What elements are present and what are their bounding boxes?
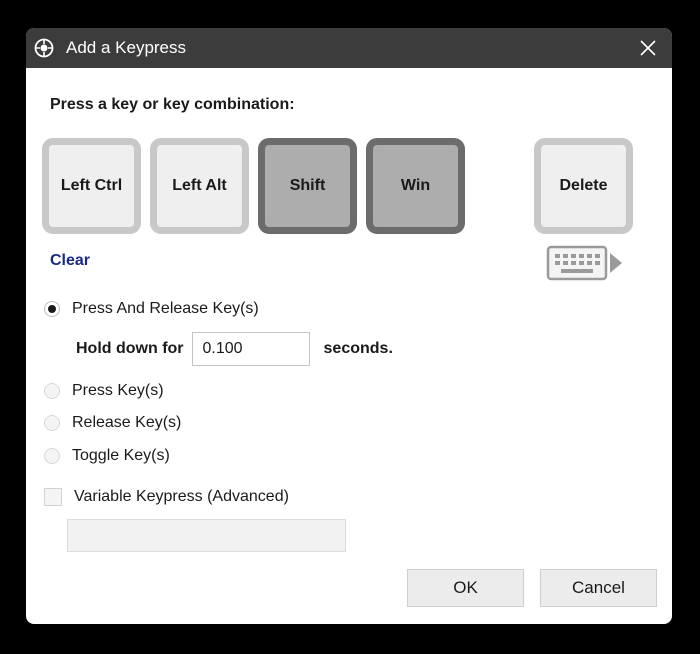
radio-label: Press And Release Key(s) bbox=[72, 300, 259, 317]
key-label: Shift bbox=[289, 177, 326, 194]
radio-button[interactable] bbox=[44, 415, 60, 431]
radio-button[interactable] bbox=[44, 383, 60, 399]
variable-keypress-checkbox[interactable] bbox=[44, 488, 62, 506]
title-bar: Add a Keypress bbox=[26, 28, 672, 68]
radio-press-and-release[interactable]: Press And Release Key(s) bbox=[44, 300, 259, 318]
close-icon bbox=[640, 40, 656, 56]
key-delete[interactable]: Delete bbox=[534, 138, 633, 234]
window-title: Add a Keypress bbox=[66, 38, 187, 57]
radio-release[interactable]: Release Key(s) bbox=[44, 414, 181, 432]
add-keypress-dialog: Add a Keypress Press a key or key combin… bbox=[26, 28, 672, 624]
variable-keypress-input[interactable] bbox=[67, 519, 346, 552]
hold-down-label: Hold down for bbox=[76, 340, 184, 357]
on-screen-keyboard-icon[interactable] bbox=[546, 245, 624, 281]
key-label: Delete bbox=[559, 177, 608, 194]
key-shift[interactable]: Shift bbox=[258, 138, 357, 234]
radio-button[interactable] bbox=[44, 448, 60, 464]
close-button[interactable] bbox=[634, 34, 662, 62]
key-left-ctrl[interactable]: Left Ctrl bbox=[42, 138, 141, 234]
checkbox-label: Variable Keypress (Advanced) bbox=[74, 488, 289, 505]
radio-label: Press Key(s) bbox=[72, 382, 164, 399]
hold-down-row: Hold down for 0.100 seconds. bbox=[76, 332, 393, 366]
radio-press[interactable]: Press Key(s) bbox=[44, 382, 164, 400]
ok-button[interactable]: OK bbox=[407, 569, 524, 607]
radio-label: Release Key(s) bbox=[72, 414, 182, 431]
key-label: Win bbox=[400, 177, 431, 194]
seconds-label: seconds. bbox=[323, 340, 393, 357]
clear-link[interactable]: Clear bbox=[50, 252, 90, 270]
key-prompt-label: Press a key or key combination: bbox=[50, 96, 295, 113]
key-label: Left Alt bbox=[172, 177, 227, 194]
variable-keypress-checkbox-row[interactable]: Variable Keypress (Advanced) bbox=[44, 488, 289, 506]
key-label: Left Ctrl bbox=[60, 177, 123, 194]
cancel-button[interactable]: Cancel bbox=[540, 569, 657, 607]
radio-label: Toggle Key(s) bbox=[72, 447, 170, 464]
key-win[interactable]: Win bbox=[366, 138, 465, 234]
key-left-alt[interactable]: Left Alt bbox=[150, 138, 249, 234]
radio-button-checked[interactable] bbox=[44, 301, 60, 317]
app-logo-icon bbox=[34, 38, 54, 58]
hold-duration-input[interactable]: 0.100 bbox=[191, 332, 310, 366]
radio-toggle[interactable]: Toggle Key(s) bbox=[44, 447, 170, 465]
